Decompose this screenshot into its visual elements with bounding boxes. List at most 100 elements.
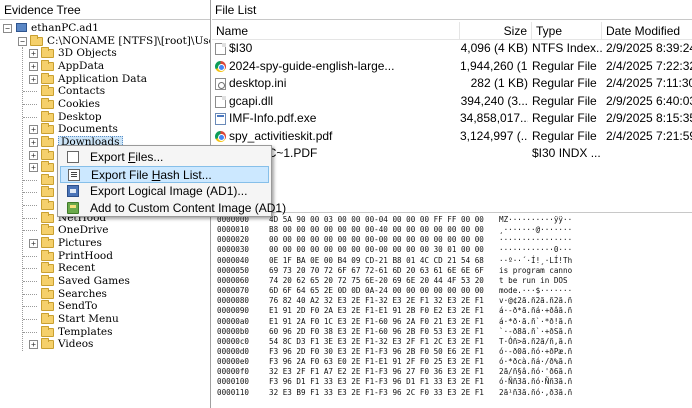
expand-icon[interactable]: + [29, 340, 38, 350]
collapse-icon[interactable]: − [3, 24, 12, 33]
file-name-cell: $I30 [229, 41, 253, 55]
file-size-cell: 3,124,997 (... [460, 128, 528, 143]
file-type-cell: $I30 INDX ... [532, 146, 601, 160]
expand-icon[interactable]: + [29, 150, 38, 160]
file-size-cell: 1,944,260 (1... [460, 58, 528, 73]
tree-connector [23, 205, 37, 207]
hex-row: 0000060 74 20 62 65 20 72 75 6E-20 69 6E … [212, 276, 692, 286]
file-name-cell: spy_activitieskit.pdf [229, 128, 333, 143]
expand-icon[interactable]: + [29, 125, 38, 135]
menu-item-export-file-hash-list[interactable]: Export File Hash List... [60, 166, 269, 183]
tree-node-label: Start Menu [58, 312, 119, 325]
hex-row: 0000070 6D 6F 64 65 2E 0D 0D 0A-24 00 00 … [212, 286, 692, 296]
tree-connector [23, 230, 37, 232]
file-row[interactable]: gcapi.dll 394,240 (3... Regular File 2/9/20… [212, 93, 692, 111]
column-header-size[interactable]: Size [460, 22, 532, 40]
hex-ascii: v·@¢2ã.ñ2ã.ñ2ã.ñ [499, 296, 573, 306]
tree-node-root-label: ethanPC.ad1 [31, 22, 99, 34]
folder-icon [41, 123, 54, 135]
folder-icon [41, 47, 54, 59]
hex-bytes: F3 96 D1 F1 33 E3 2E F1-F3 96 D1 F1 33 E… [269, 377, 484, 387]
file-list-pane: File List Name Size Type Date Modified $… [212, 0, 692, 212]
file-date-cell: 2/9/2025 8:15:35 ... [606, 111, 692, 125]
column-header-date-modified[interactable]: Date Modified [602, 22, 692, 40]
tree-node-label: PrintHood [58, 249, 113, 262]
hex-bytes: 0E 1F BA 0E 00 B4 09 CD-21 B8 01 4C CD 2… [269, 255, 484, 265]
folder-icon [41, 224, 54, 236]
hex-bytes: 76 82 40 A2 32 E3 2E F1-32 E3 2E F1 32 E… [269, 296, 484, 306]
file-name-cell: IMF-Info.pdf.exe [229, 111, 317, 125]
hex-row: 0000090 E1 91 2D F0 2A E3 2E F1-E1 91 2B … [212, 306, 692, 316]
folder-icon [41, 135, 54, 147]
hex-offset: 0000010 [217, 225, 250, 235]
folder-icon [41, 186, 54, 198]
hex-row: 0000100 F3 96 D1 F1 33 E3 2E F1-F3 96 D1 … [212, 377, 692, 387]
hex-row: 0000030 00 00 00 00 00 00 00 00-00 00 00 … [212, 245, 692, 255]
hex-offset: 0000070 [217, 286, 250, 296]
file-size-cell: 34,858,017... [460, 111, 528, 125]
hex-row: 0000020 00 00 00 00 00 00 00 00-00 00 00 … [212, 235, 692, 245]
menu-item-add-to-custom-content-image[interactable]: Add to Custom Content Image (AD1) [60, 200, 286, 217]
collapse-icon[interactable]: − [18, 36, 27, 46]
folder-icon [41, 148, 54, 160]
file-date-cell: 2/9/2025 6:40:03 ... [606, 93, 692, 108]
folder-icon [41, 338, 54, 350]
column-header-name[interactable]: Name [212, 22, 460, 40]
hash-list-icon [68, 169, 80, 181]
hex-ascii: ¸·······@······· [499, 225, 573, 235]
file-row[interactable]: IMF-Info.pdf.exe 34,858,017... Regular Fil… [212, 110, 692, 128]
expand-icon[interactable]: + [29, 49, 38, 59]
hex-ascii: t be run in DOS [499, 275, 573, 285]
hex-bytes: F3 96 2D F0 30 E3 2E F1-F3 96 2B F0 50 E… [269, 346, 484, 356]
hex-row: 00000b0 60 96 2D F0 38 E3 2E F1-60 96 2B … [212, 327, 692, 337]
hex-bytes: 00 00 00 00 00 00 00 00-00 00 00 00 30 0… [269, 245, 484, 255]
expand-icon[interactable]: + [29, 239, 38, 249]
file-size-cell [460, 145, 528, 162]
folder-icon [41, 72, 54, 84]
hex-ascii: 2ã/ñ§â.ñó·'ð6ã.ñ [499, 367, 573, 377]
tree-connector [23, 306, 37, 308]
file-row[interactable]: desktop.ini 282 (1 KB) Regular File 2/4/202… [212, 75, 692, 93]
file-row[interactable]: 2024-spy-guide-english-large... 1,944,260… [212, 58, 692, 76]
folder-icon [41, 211, 54, 223]
tree-node-label: AppData [58, 59, 105, 72]
column-header-type[interactable]: Type [532, 22, 602, 40]
expand-icon[interactable]: + [29, 61, 38, 71]
hex-view-pane[interactable]: 0000000 4D 5A 90 00 03 00 00 00-04 00 00 … [212, 212, 692, 408]
folder-icon [41, 275, 54, 286]
file-type-cell: Regular File [532, 76, 597, 90]
hex-bytes: B8 00 00 00 00 00 00 00-40 00 00 00 00 0… [269, 225, 484, 235]
folder-icon [41, 262, 54, 274]
file-type-cell: Regular File [532, 93, 597, 108]
file-row[interactable]: $I30 4,096 (4 KB) NTFS Index... 2/9/2025 8:… [212, 40, 692, 58]
hex-ascii: mode.···$······· [499, 286, 573, 296]
hex-offset: 0000030 [217, 245, 250, 255]
hex-offset: 00000f0 [217, 367, 250, 377]
tree-connector [23, 255, 37, 257]
file-row[interactable]: spy_activitieskit.pdf 3,124,997 (... Regul… [212, 128, 692, 146]
folder-icon [41, 59, 54, 71]
folder-icon [41, 161, 54, 173]
chrome-icon [215, 130, 226, 142]
hex-offset: 00000d0 [217, 346, 250, 356]
file-name-cell: gcapi.dll [229, 93, 274, 108]
hex-ascii: T·Óñ>ã.ñ2ã/ñ,ã.ñ [499, 336, 573, 346]
menu-item-export-files[interactable]: Export Files... [60, 149, 269, 166]
menu-item-export-logical-image[interactable]: Export Logical Image (AD1)... [60, 183, 269, 200]
computer-icon [16, 23, 27, 32]
hex-bytes: F3 96 2A F0 63 E0 2E F1-E1 91 2F F0 25 E… [269, 357, 484, 367]
context-menu: Export Files... Export File Hash List...… [57, 145, 286, 217]
expand-icon[interactable]: + [29, 74, 38, 84]
expand-icon[interactable]: + [29, 163, 38, 173]
menu-item-export-logical-image-label: Export Logical Image (AD1)... [90, 184, 248, 198]
folder-icon [30, 34, 43, 46]
hex-ascii: MZ··········ÿÿ·· [499, 215, 573, 224]
custom-content-icon [67, 202, 79, 214]
hex-bytes: 60 96 2D F0 38 E3 2E F1-60 96 2B F0 53 E… [269, 326, 484, 336]
hex-row: 00000c0 54 8C D3 F1 3E E3 2E F1-32 E3 2F … [212, 337, 692, 347]
expand-icon[interactable]: + [29, 137, 38, 147]
hex-bytes: 54 8C D3 F1 3E E3 2E F1-32 E3 2F F1 2C E… [269, 336, 484, 346]
file-type-cell: NTFS Index... [532, 41, 602, 55]
file-row[interactable]: ✕SPY_AC~1.PDF$I30 INDX ... [212, 145, 692, 163]
tree-node-label: Desktop [58, 110, 102, 123]
